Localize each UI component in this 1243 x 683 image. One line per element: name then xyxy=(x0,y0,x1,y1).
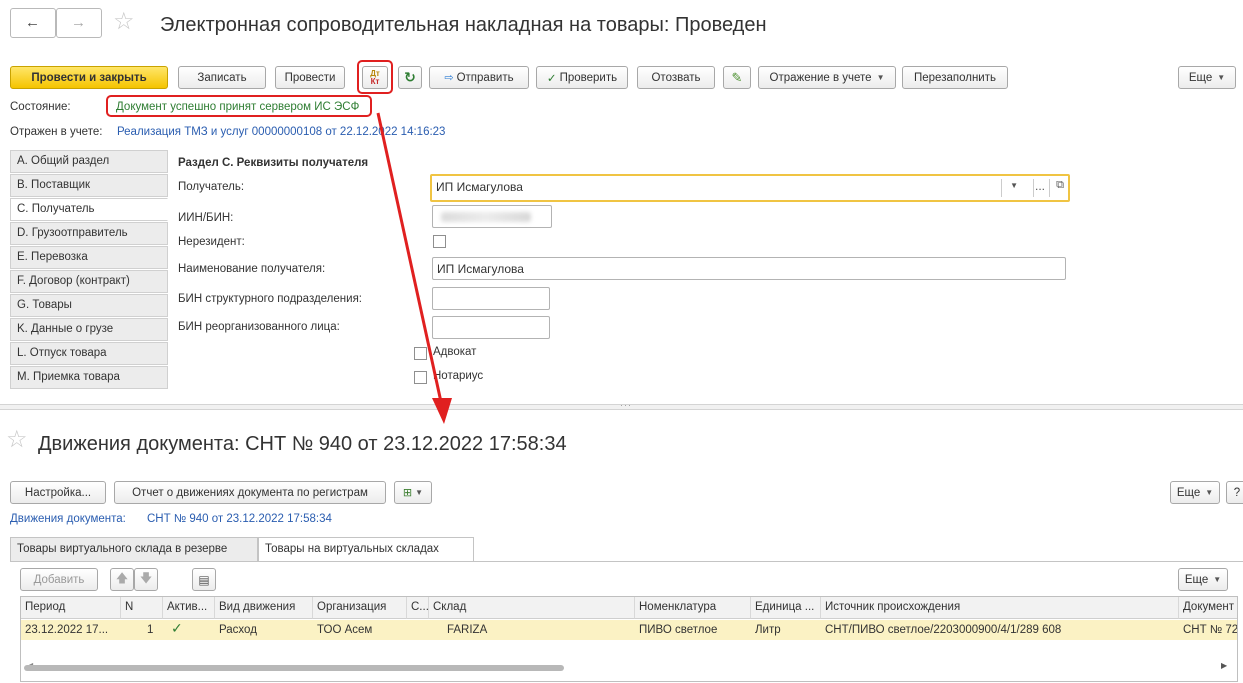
annotation-arrow xyxy=(376,112,452,424)
